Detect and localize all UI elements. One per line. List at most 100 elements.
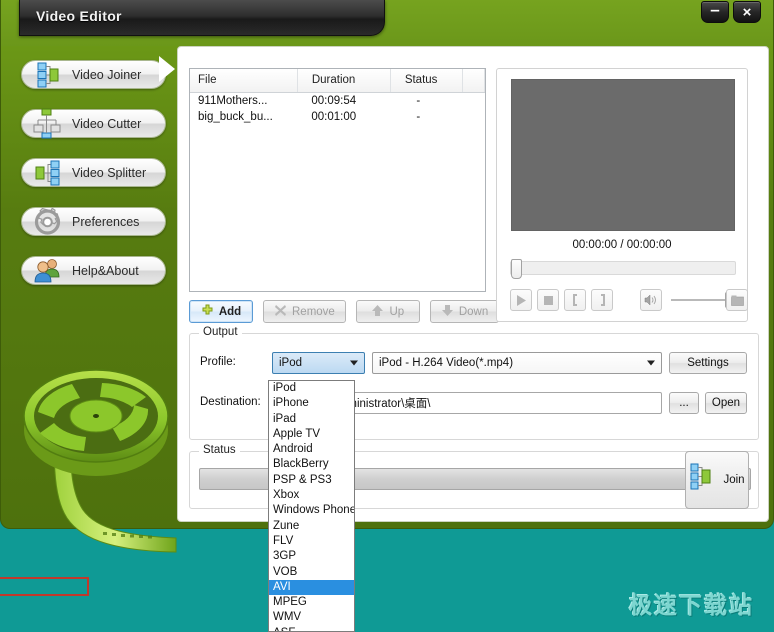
- column-header-duration[interactable]: Duration: [297, 69, 390, 92]
- cell-file: big_buck_bu...: [190, 109, 297, 126]
- play-button[interactable]: [510, 289, 532, 311]
- minimize-button[interactable]: –: [701, 1, 729, 23]
- window-controls: – ×: [701, 1, 761, 23]
- application-window: Video Editor – × Video Joiner: [0, 0, 774, 529]
- profile-option-asf[interactable]: ASF: [269, 626, 354, 632]
- join-button-label: Join: [723, 474, 744, 486]
- snapshot-icon: [731, 295, 744, 306]
- column-header-file[interactable]: File: [190, 69, 297, 92]
- sidebar-item-video-cutter[interactable]: Video Cutter: [21, 109, 166, 138]
- video-preview-panel: 00:00:00 / 00:00:00: [496, 68, 748, 322]
- move-up-button-label: Up: [389, 306, 404, 318]
- mute-button[interactable]: [640, 289, 662, 311]
- volume-slider[interactable]: [671, 299, 728, 301]
- profile-option-apple-tv[interactable]: Apple TV: [269, 427, 354, 442]
- active-tab-pointer: [159, 56, 175, 82]
- video-joiner-icon: [28, 55, 68, 95]
- profile-option-xbox[interactable]: Xbox: [269, 488, 354, 503]
- snapshot-button[interactable]: [726, 289, 748, 311]
- cell-duration: 00:09:54: [297, 92, 390, 109]
- remove-button-label: Remove: [292, 306, 335, 318]
- add-button-label: Add: [219, 306, 241, 318]
- video-surface[interactable]: [511, 79, 735, 231]
- table-row[interactable]: big_buck_bu... 00:01:00 -: [190, 109, 485, 126]
- mark-in-icon: [570, 294, 581, 306]
- cell-status: -: [390, 92, 462, 109]
- column-header-spacer: [463, 69, 485, 92]
- output-group-title: Output: [199, 326, 242, 338]
- settings-button[interactable]: Settings: [669, 352, 747, 374]
- cell-spacer: [463, 92, 485, 109]
- sidebar-item-label: Video Splitter: [72, 166, 146, 180]
- cell-file: 911Mothers...: [190, 92, 297, 109]
- status-group-title: Status: [199, 444, 240, 456]
- seek-slider[interactable]: [510, 261, 736, 275]
- video-cutter-icon: [28, 104, 68, 144]
- sidebar-item-label: Help&About: [72, 264, 139, 278]
- title-bar: Video Editor: [19, 0, 385, 36]
- cell-status: -: [390, 109, 462, 126]
- window-title: Video Editor: [36, 8, 122, 24]
- add-button[interactable]: Add: [189, 300, 253, 323]
- sidebar-item-help-about[interactable]: Help&About: [21, 256, 166, 285]
- file-list[interactable]: File Duration Status 911Mothers... 00:09…: [189, 68, 486, 292]
- video-splitter-icon: [28, 153, 68, 193]
- cell-spacer: [463, 109, 485, 126]
- profile-option-ipad[interactable]: iPad: [269, 412, 354, 427]
- profile-option-zune[interactable]: Zune: [269, 519, 354, 534]
- browse-button[interactable]: ...: [669, 392, 699, 414]
- seek-slider-thumb[interactable]: [511, 259, 522, 279]
- profile-select-value: iPod: [279, 357, 302, 369]
- profile-option-vob[interactable]: VOB: [269, 565, 354, 580]
- destination-label: Destination:: [200, 396, 261, 408]
- profile-option-psp-ps3[interactable]: PSP & PS3: [269, 473, 354, 488]
- format-select-value: iPod - H.264 Video(*.mp4): [379, 357, 513, 369]
- profile-select[interactable]: iPod: [272, 352, 365, 374]
- column-header-status[interactable]: Status: [390, 69, 462, 92]
- close-button[interactable]: ×: [733, 1, 761, 23]
- sidebar-item-preferences[interactable]: Preferences: [21, 207, 166, 236]
- sidebar-item-label: Video Cutter: [72, 117, 141, 131]
- profile-label: Profile:: [200, 356, 236, 368]
- table-header-row: File Duration Status: [190, 69, 485, 92]
- cross-icon: [274, 304, 287, 320]
- stop-button[interactable]: [537, 289, 559, 311]
- profile-option-blackberry[interactable]: BlackBerry: [269, 457, 354, 472]
- sidebar-item-label: Preferences: [72, 215, 139, 229]
- sidebar-item-video-joiner[interactable]: Video Joiner: [21, 60, 166, 89]
- file-actions-toolbar: Add Remove Up: [189, 300, 499, 323]
- arrow-up-icon: [371, 304, 384, 320]
- site-watermark: 极速下载站: [629, 586, 754, 620]
- profile-option-ipod[interactable]: iPod: [269, 381, 354, 396]
- selection-highlight-box: [0, 577, 89, 596]
- profile-option-mpeg[interactable]: MPEG: [269, 595, 354, 610]
- open-folder-button[interactable]: Open: [705, 392, 747, 414]
- format-select[interactable]: iPod - H.264 Video(*.mp4): [372, 352, 662, 374]
- profile-option-flv[interactable]: FLV: [269, 534, 354, 549]
- film-reel-decoration: [11, 320, 183, 566]
- mark-out-button[interactable]: [591, 289, 613, 311]
- sidebar-item-video-splitter[interactable]: Video Splitter: [21, 158, 166, 187]
- move-down-button-label: Down: [459, 306, 488, 318]
- table-row[interactable]: 911Mothers... 00:09:54 -: [190, 92, 485, 109]
- speaker-icon: [644, 294, 658, 306]
- remove-button[interactable]: Remove: [263, 300, 346, 323]
- profile-option-android[interactable]: Android: [269, 442, 354, 457]
- profile-option-avi[interactable]: AVI: [269, 580, 354, 595]
- time-display: 00:00:00 / 00:00:00: [497, 239, 747, 251]
- move-down-button[interactable]: Down: [430, 300, 499, 323]
- chevron-down-icon: [350, 361, 358, 366]
- profile-dropdown-list[interactable]: iPodiPhoneiPadApple TVAndroidBlackBerryP…: [268, 380, 355, 632]
- profile-option-windows-phone[interactable]: Windows Phone: [269, 503, 354, 518]
- profile-option-3gp[interactable]: 3GP: [269, 549, 354, 564]
- chevron-down-icon: [647, 361, 655, 366]
- mark-in-button[interactable]: [564, 289, 586, 311]
- arrow-down-icon: [441, 304, 454, 320]
- join-button[interactable]: Join: [685, 451, 749, 509]
- cell-duration: 00:01:00: [297, 109, 390, 126]
- move-up-button[interactable]: Up: [356, 300, 420, 323]
- people-icon: [28, 251, 68, 291]
- profile-option-iphone[interactable]: iPhone: [269, 396, 354, 411]
- main-panel: File Duration Status 911Mothers... 00:09…: [177, 46, 769, 522]
- profile-option-wmv[interactable]: WMV: [269, 610, 354, 625]
